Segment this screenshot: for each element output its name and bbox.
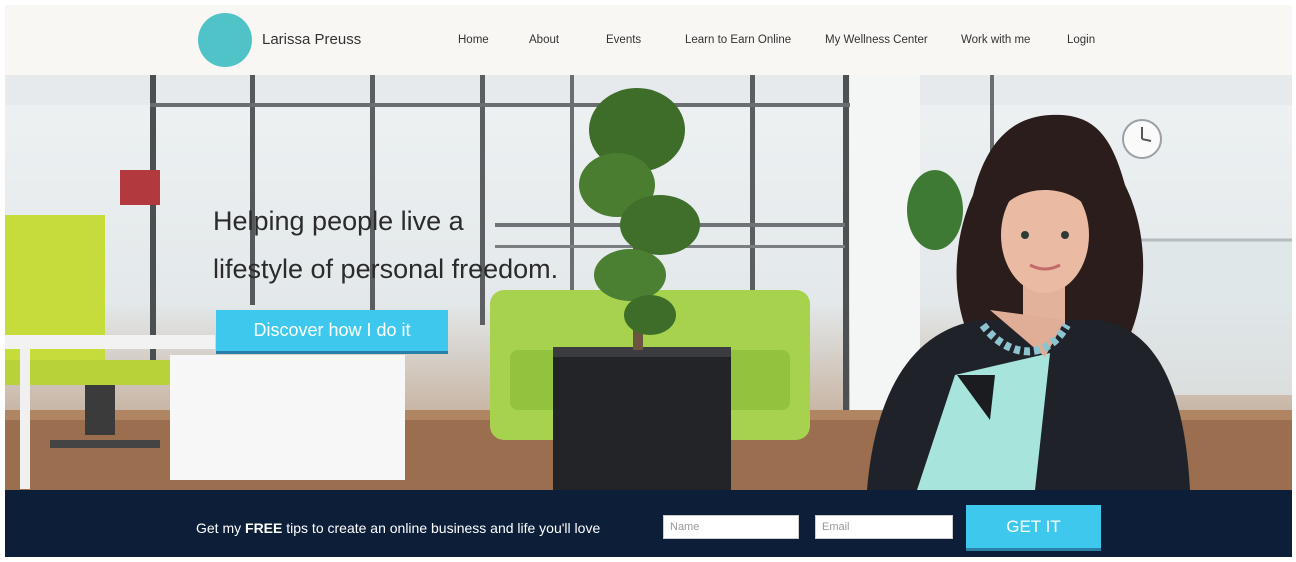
brand-name[interactable]: Larissa Preuss — [262, 31, 361, 48]
hero-headline-line-1: Helping people live a — [213, 206, 464, 236]
logo-circle-icon[interactable] — [198, 13, 252, 67]
site-header: Larissa Preuss Home About Events Learn t… — [5, 5, 1292, 75]
nav-item-about[interactable]: About — [529, 34, 559, 46]
signup-text-suffix: tips to create an online business and li… — [282, 520, 601, 536]
signup-text-emphasis: FREE — [245, 520, 283, 536]
signup-bar: Get my FREE tips to create an online bus… — [5, 490, 1292, 557]
email-input[interactable] — [815, 515, 953, 539]
hero-background-photo — [5, 75, 1292, 490]
discover-button[interactable]: Discover how I do it — [216, 310, 448, 354]
nav-item-work-with-me[interactable]: Work with me — [961, 34, 1030, 46]
nav-item-learn-to-earn-online[interactable]: Learn to Earn Online — [685, 34, 791, 46]
nav-item-login[interactable]: Login — [1067, 34, 1095, 46]
name-input[interactable] — [663, 515, 799, 539]
signup-text-prefix: Get my — [196, 520, 246, 536]
hero-headline: Helping people live a lifestyle of perso… — [213, 197, 633, 293]
signup-text: Get my FREE tips to create an online bus… — [196, 520, 600, 536]
nav-item-my-wellness-center[interactable]: My Wellness Center — [825, 34, 928, 46]
hero-headline-line-2: lifestyle of personal freedom. — [213, 254, 559, 284]
get-it-button[interactable]: GET IT — [966, 505, 1101, 551]
nav-item-events[interactable]: Events — [606, 34, 641, 46]
nav-item-home[interactable]: Home — [458, 34, 489, 46]
hero-banner: Helping people live a lifestyle of perso… — [5, 75, 1292, 490]
